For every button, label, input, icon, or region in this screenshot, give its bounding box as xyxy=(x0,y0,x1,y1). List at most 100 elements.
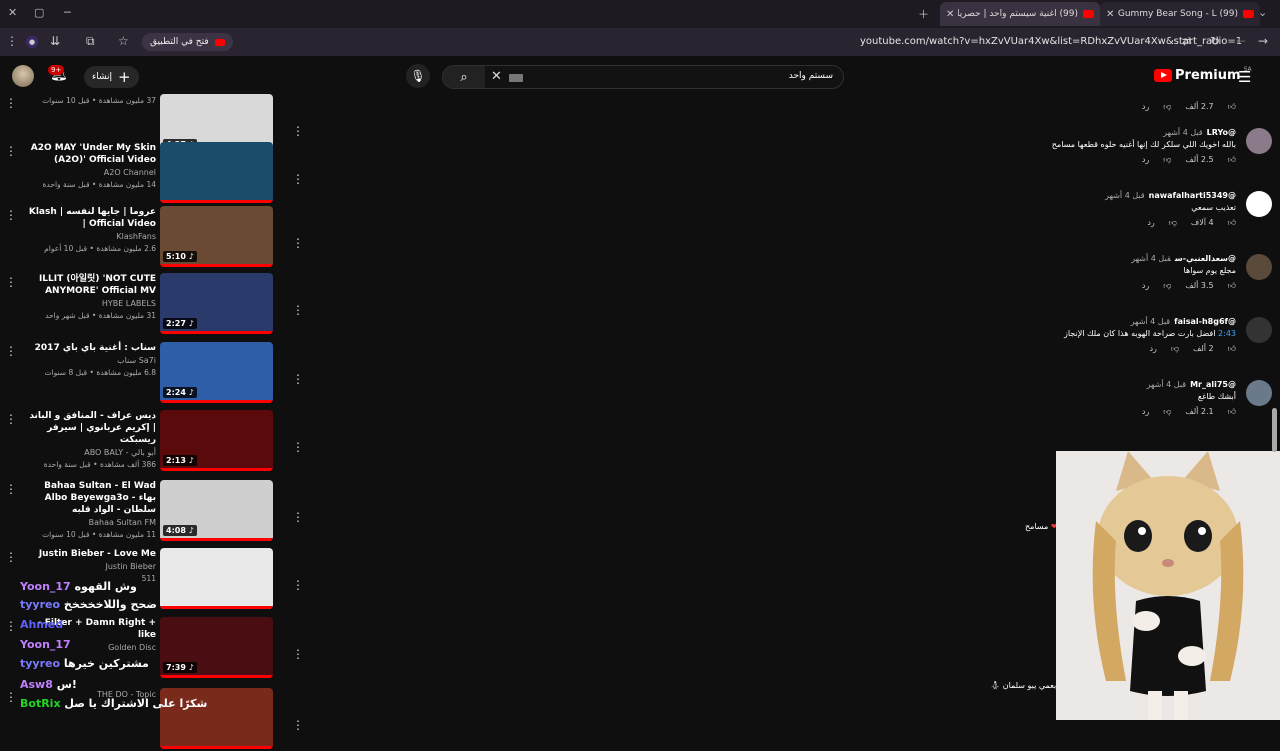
more-options-icon[interactable]: ⋮ xyxy=(5,690,17,704)
menu-dots-icon[interactable]: ⋮ xyxy=(6,34,18,48)
channel-name[interactable]: ABO BALY - أبو بالي xyxy=(24,447,156,459)
like-icon[interactable]: 👍︎ xyxy=(1228,407,1236,417)
dislike-icon[interactable]: 👎︎ xyxy=(1163,155,1171,165)
dislike-icon[interactable]: 👎︎ xyxy=(1169,218,1177,228)
like-icon[interactable]: 👍︎ xyxy=(1228,218,1236,228)
comment-time[interactable]: قبل 4 أشهر xyxy=(1105,191,1145,200)
more-options-icon[interactable]: ⋮ xyxy=(5,96,17,110)
avatar[interactable] xyxy=(12,65,34,87)
comment-author[interactable]: @nawafalharti5349 xyxy=(1149,191,1236,200)
channel-name[interactable]: Bahaa Sultan FM xyxy=(24,517,156,529)
thumbnail-menu-icon[interactable]: ⋮ xyxy=(292,303,304,317)
search-button[interactable]: ⌕ xyxy=(443,66,485,88)
thumbnail-menu-icon[interactable]: ⋮ xyxy=(292,578,304,592)
create-button[interactable]: إنشاء + xyxy=(84,66,139,88)
recommendation-item[interactable]: ⋮ سناب : أغنية باي باي 2017 سناب Sa7i 6.8 م… xyxy=(0,342,310,405)
more-options-icon[interactable]: ⋮ xyxy=(5,275,17,289)
comment-time[interactable]: قبل 4 أشهر xyxy=(1147,380,1187,389)
thumbnail-menu-icon[interactable]: ⋮ xyxy=(292,440,304,454)
open-in-app-button[interactable]: فتح في التطبيق xyxy=(142,33,233,51)
comment-author[interactable]: @faisal-h8g6f xyxy=(1174,317,1236,326)
video-thumbnail[interactable]: 4:08 ♪ xyxy=(160,480,273,541)
more-options-icon[interactable]: ⋮ xyxy=(5,208,17,222)
dislike-icon[interactable]: 👎︎ xyxy=(1171,344,1179,354)
recommendation-item[interactable]: ⋮ ILLIT (아일릿) 'NOT CUTE ANYMORE' Official… xyxy=(0,273,310,336)
recommendation-item[interactable]: ⋮ A2O MAY 'Under My Skin (A2O)' Official … xyxy=(0,142,310,205)
minimize-icon[interactable]: ─ xyxy=(64,6,71,19)
channel-name[interactable]: A2O Channel xyxy=(24,167,156,179)
recommendation-item[interactable]: ⋮ ديس عراف - المنافق و الباند | إكريم عرب… xyxy=(0,410,310,473)
forward-icon[interactable]: ← xyxy=(1236,34,1246,48)
youtube-premium-logo[interactable]: Premium SA xyxy=(1154,66,1252,83)
extensions-icon[interactable]: ⧉ xyxy=(86,34,95,49)
close-tab-icon[interactable]: ✕ xyxy=(1106,9,1114,20)
dislike-icon[interactable]: 👎︎ xyxy=(1163,281,1171,291)
comment-time[interactable]: قبل 4 أشهر xyxy=(1131,254,1171,263)
comment-timestamp-link[interactable]: 2:43 xyxy=(1218,329,1236,338)
avatar[interactable] xyxy=(1246,128,1272,154)
reply-button[interactable]: رد xyxy=(1142,155,1149,165)
thumbnail-menu-icon[interactable]: ⋮ xyxy=(292,124,304,138)
channel-name[interactable]: HYBE LABELS xyxy=(24,298,156,310)
thumbnail-menu-icon[interactable]: ⋮ xyxy=(292,718,304,732)
hamburger-menu-icon[interactable]: ☰ xyxy=(1238,68,1251,86)
more-options-icon[interactable]: ⋮ xyxy=(5,144,17,158)
comment-author[interactable]: @Mr_ali75 xyxy=(1190,380,1236,389)
tab-system-wahed[interactable]: (99) اغنية سيستم واحد | حصرياً ✕ xyxy=(940,2,1100,26)
tab-gummy-bear[interactable]: (99) The Gummy Bear Song - L ✕ xyxy=(1100,2,1260,26)
recommendation-item[interactable]: ⋮ Klash | عروما | جايها لنفسه | Official … xyxy=(0,206,310,269)
more-options-icon[interactable]: ⋮ xyxy=(5,619,17,633)
back-icon[interactable]: → xyxy=(1258,34,1268,48)
avatar[interactable] xyxy=(1246,191,1272,217)
like-icon[interactable]: 👍︎ xyxy=(1228,344,1236,354)
video-title[interactable]: ديس عراف - المنافق و الباند | إكريم عربا… xyxy=(24,410,156,446)
video-thumbnail[interactable]: 2:13 ♪ xyxy=(160,410,273,471)
search-input[interactable]: سستم واحد xyxy=(789,71,833,81)
dislike-icon[interactable]: 👎︎ xyxy=(1163,102,1171,112)
channel-name[interactable]: KlashFans xyxy=(24,231,156,243)
keyboard-icon[interactable] xyxy=(509,74,523,82)
like-icon[interactable]: 👍︎ xyxy=(1228,102,1236,112)
mic-icon[interactable]: 🎙︎ xyxy=(406,64,430,88)
recommendation-item[interactable]: ⋮ Bahaa Sultan - El Wad Albo Beyewga3o - … xyxy=(0,480,310,543)
video-thumbnail[interactable]: 2:27 ♪ xyxy=(160,273,273,334)
more-options-icon[interactable]: ⋮ xyxy=(5,412,17,426)
thumbnail-menu-icon[interactable]: ⋮ xyxy=(292,372,304,386)
thumbnail-menu-icon[interactable]: ⋮ xyxy=(292,647,304,661)
channel-name[interactable]: سناب Sa7i xyxy=(24,355,156,367)
reply-button[interactable]: رد xyxy=(1142,407,1149,417)
comment-time[interactable]: قبل 4 أشهر xyxy=(1163,128,1203,137)
page-scrollbar[interactable] xyxy=(1272,408,1277,452)
site-settings-icon[interactable]: ⇄ xyxy=(1182,34,1192,48)
reply-button[interactable]: رد xyxy=(1149,344,1156,354)
reply-button[interactable]: رد xyxy=(1142,281,1149,291)
new-tab-icon[interactable]: ＋ xyxy=(918,6,929,22)
extension-icon[interactable]: ● xyxy=(26,36,38,48)
dislike-icon[interactable]: 👎︎ xyxy=(1163,407,1171,417)
maximize-icon[interactable]: ▢ xyxy=(34,6,44,19)
video-title[interactable]: سناب : أغنية باي باي 2017 xyxy=(24,342,156,354)
reload-icon[interactable]: ↻ xyxy=(1210,34,1220,48)
video-title[interactable]: Justin Bieber - Love Me xyxy=(24,548,156,560)
like-icon[interactable]: 👍︎ xyxy=(1228,281,1236,291)
more-options-icon[interactable]: ⋮ xyxy=(5,344,17,358)
video-thumbnail[interactable] xyxy=(160,142,273,203)
close-window-icon[interactable]: ✕ xyxy=(8,6,17,19)
thumbnail-menu-icon[interactable]: ⋮ xyxy=(292,236,304,250)
channel-name[interactable]: Justin Bieber xyxy=(24,561,157,573)
avatar[interactable] xyxy=(1246,254,1272,280)
downloads-icon[interactable]: ⇊ xyxy=(50,34,60,48)
reply-button[interactable]: رد xyxy=(1142,102,1149,112)
avatar[interactable] xyxy=(1246,317,1272,343)
clear-search-icon[interactable]: ✕ xyxy=(491,69,502,84)
like-icon[interactable]: 👍︎ xyxy=(1228,155,1236,165)
thumbnail-menu-icon[interactable]: ⋮ xyxy=(292,172,304,186)
comment-author[interactable]: @LRYo xyxy=(1207,128,1236,137)
video-thumbnail[interactable]: 5:10 ♪ xyxy=(160,206,273,267)
reply-button[interactable]: رد xyxy=(1147,218,1154,228)
video-title[interactable]: A2O MAY 'Under My Skin (A2O)' Official V… xyxy=(24,142,156,166)
avatar[interactable] xyxy=(1246,380,1272,406)
more-options-icon[interactable]: ⋮ xyxy=(5,550,17,564)
bookmark-star-icon[interactable]: ☆ xyxy=(118,34,129,48)
thumbnail-menu-icon[interactable]: ⋮ xyxy=(292,510,304,524)
